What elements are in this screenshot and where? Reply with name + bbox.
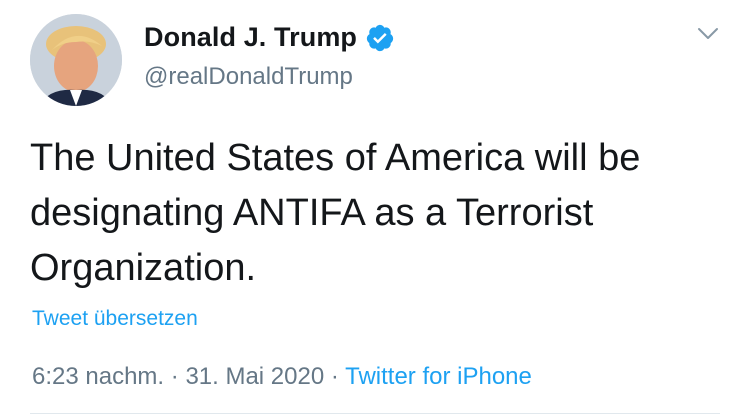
translate-tweet-link[interactable]: Tweet übersetzen xyxy=(32,307,198,331)
tweet-time[interactable]: 6:23 nachm. xyxy=(32,363,164,390)
author-row: Donald J. Trump xyxy=(144,22,395,53)
tweet-source-link[interactable]: Twitter for iPhone xyxy=(345,363,532,390)
chevron-down-icon[interactable] xyxy=(696,22,720,46)
avatar[interactable] xyxy=(30,14,122,106)
meta-separator: · xyxy=(170,363,179,390)
tweet-meta: 6:23 nachm. · 31. Mai 2020 · Twitter for… xyxy=(32,363,532,391)
tweet-date[interactable]: 31. Mai 2020 xyxy=(185,363,324,390)
divider xyxy=(30,413,720,414)
author-handle[interactable]: @realDonaldTrump xyxy=(144,63,353,91)
meta-separator: · xyxy=(330,363,339,390)
tweet-text: The United States of America will be des… xyxy=(30,137,641,289)
profile-photo xyxy=(30,14,122,106)
display-name[interactable]: Donald J. Trump xyxy=(144,22,357,53)
verified-badge-icon xyxy=(365,23,395,53)
tweet-card: Donald J. Trump @realDonaldTrump The Uni… xyxy=(0,0,750,417)
